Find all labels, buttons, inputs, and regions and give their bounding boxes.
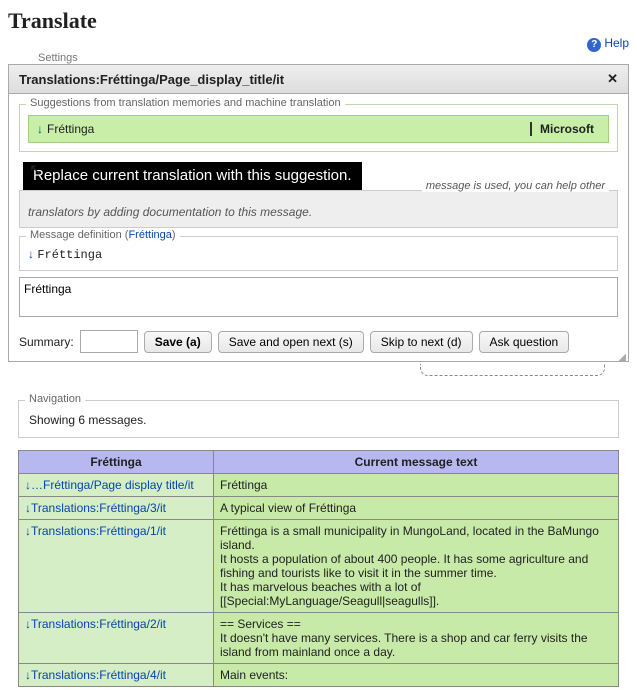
message-key[interactable]: ↓Translations:Fréttinga/4/it [19, 664, 214, 687]
definition-text: Fréttinga [37, 248, 102, 262]
message-text: Fréttinga [214, 474, 619, 497]
apply-definition-icon[interactable]: ↓ [28, 247, 34, 261]
table-row: ↓Translations:Fréttinga/1/itFréttinga is… [19, 520, 619, 613]
tooltip: Replace current translation with this su… [23, 162, 362, 190]
page-title: Translate [8, 8, 629, 34]
messages-table: Fréttinga Current message text ↓…Fréttin… [18, 450, 619, 687]
translate-dialog: Translations:Fréttinga/Page_display_titl… [8, 64, 629, 362]
summary-label: Summary: [19, 335, 74, 349]
ask-question-button[interactable]: Ask question [479, 331, 570, 353]
table-row: ↓Translations:Fréttinga/4/itMain events: [19, 664, 619, 687]
suggestions-label: Suggestions from translation memories an… [26, 97, 345, 109]
table-row: ↓Translations:Fréttinga/3/itA typical vi… [19, 497, 619, 520]
message-key[interactable]: ↓Translations:Fréttinga/3/it [19, 497, 214, 520]
doc-text-line2: translators by adding documentation to t… [28, 205, 312, 219]
summary-input[interactable] [80, 330, 138, 353]
documentation-section: message is used, you can help other tran… [19, 190, 618, 228]
navigation-text: Showing 6 messages. [29, 413, 146, 427]
message-text: A typical view of Fréttinga [214, 497, 619, 520]
cursor-icon: ↖ [29, 160, 42, 180]
collapsed-box [420, 364, 605, 376]
definition-link[interactable]: Fréttinga [128, 229, 171, 241]
doc-text-trail: message is used, you can help other [422, 180, 609, 192]
suggestion-row[interactable]: ↓ Fréttinga Microsoft [28, 115, 609, 143]
message-key[interactable]: ↓Translations:Fréttinga/1/it [19, 520, 214, 613]
table-row: ↓Translations:Fréttinga/2/it== Services … [19, 613, 619, 664]
message-key[interactable]: ↓…Fréttinga/Page display title/it [19, 474, 214, 497]
help-link[interactable]: Help [604, 36, 629, 50]
translation-input[interactable]: Fréttinga [19, 277, 618, 317]
save-open-next-button[interactable]: Save and open next (s) [218, 331, 364, 353]
definition-section: Message definition (Fréttinga) ↓ Fréttin… [19, 236, 618, 271]
dialog-title: Translations:Fréttinga/Page_display_titl… [19, 72, 284, 87]
message-text: Fréttinga is a small municipality in Mun… [214, 520, 619, 613]
definition-label: Message definition (Fréttinga) [26, 229, 180, 241]
help-icon: ? [587, 38, 601, 52]
settings-cutoff: Settings [8, 52, 629, 64]
suggestion-source: Microsoft [530, 122, 600, 136]
table-row: ↓…Fréttinga/Page display title/itFréttin… [19, 474, 619, 497]
col-header-text: Current message text [214, 451, 619, 474]
message-text: Main events: [214, 664, 619, 687]
resize-grip-icon[interactable]: ◢ [9, 355, 628, 361]
skip-next-button[interactable]: Skip to next (d) [370, 331, 473, 353]
message-text: == Services ==It doesn't have many servi… [214, 613, 619, 664]
message-key[interactable]: ↓Translations:Fréttinga/2/it [19, 613, 214, 664]
navigation-label: Navigation [25, 393, 85, 405]
suggestion-text: Fréttinga [47, 122, 94, 136]
suggestions-section: Suggestions from translation memories an… [19, 104, 618, 152]
col-header-key: Fréttinga [19, 451, 214, 474]
close-icon[interactable]: ✕ [607, 71, 618, 87]
navigation-section: Navigation Showing 6 messages. [18, 400, 619, 438]
save-button[interactable]: Save (a) [144, 331, 212, 353]
apply-suggestion-icon[interactable]: ↓ [37, 122, 43, 136]
